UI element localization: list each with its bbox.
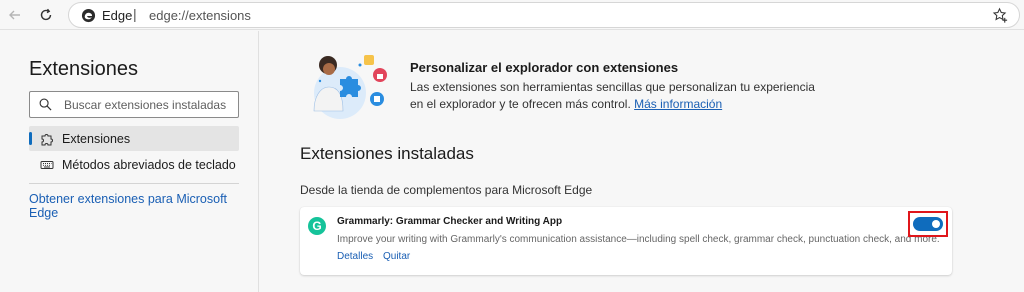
- store-source-label: Desde la tienda de complementos para Mic…: [300, 183, 593, 197]
- sidebar-item-keyboard-shortcuts[interactable]: Métodos abreviados de teclado: [29, 152, 239, 177]
- extension-description: Improve your writing with Grammarly's co…: [337, 234, 940, 245]
- main-content: Personalizar el explorador con extension…: [260, 31, 1024, 292]
- address-url[interactable]: edge://extensions: [149, 8, 251, 23]
- extension-enable-toggle[interactable]: [913, 217, 943, 231]
- promo-title: Personalizar el explorador con extension…: [410, 60, 679, 75]
- extension-name: Grammarly: Grammar Checker and Writing A…: [337, 216, 563, 227]
- puzzle-icon: [40, 132, 54, 146]
- sidebar-item-label: Extensiones: [62, 131, 131, 146]
- address-separator: |: [133, 6, 137, 22]
- get-extensions-link[interactable]: Obtener extensiones para Microsoft Edge: [29, 192, 258, 220]
- edge-logo-icon: [81, 8, 96, 23]
- keyboard-icon: [40, 158, 54, 172]
- extensions-illustration: [313, 55, 387, 119]
- sidebar-divider: [29, 183, 239, 184]
- remove-link[interactable]: Quitar: [383, 251, 410, 262]
- sidebar-item-label: Métodos abreviados de teclado: [62, 157, 236, 172]
- toggle-highlight-box: [908, 211, 948, 237]
- extension-card-grammarly: G Grammarly: Grammar Checker and Writing…: [300, 207, 952, 275]
- sidebar-title: Extensiones: [29, 58, 138, 80]
- search-box[interactable]: [29, 91, 239, 118]
- grammarly-logo-icon: G: [308, 217, 326, 235]
- browser-toolbar: Edge | edge://extensions: [0, 0, 1024, 30]
- address-bar[interactable]: Edge | edge://extensions: [68, 2, 1020, 28]
- back-arrow-icon[interactable]: [4, 4, 26, 26]
- star-plus-icon[interactable]: [992, 7, 1009, 24]
- promo-description: Las extensiones son herramientas sencill…: [410, 80, 815, 111]
- promo-text: Las extensiones son herramientas sencill…: [410, 79, 820, 113]
- search-input[interactable]: [64, 96, 234, 114]
- sidebar-item-extensiones[interactable]: Extensiones: [29, 126, 239, 151]
- details-link[interactable]: Detalles: [337, 251, 373, 262]
- search-icon: [39, 98, 52, 111]
- more-info-link[interactable]: Más información: [634, 97, 722, 111]
- refresh-icon[interactable]: [35, 4, 57, 26]
- installed-extensions-title: Extensiones instaladas: [300, 144, 474, 163]
- sidebar: Extensiones Extensiones Métodos abreviad…: [0, 31, 259, 292]
- address-brand: Edge: [102, 8, 133, 23]
